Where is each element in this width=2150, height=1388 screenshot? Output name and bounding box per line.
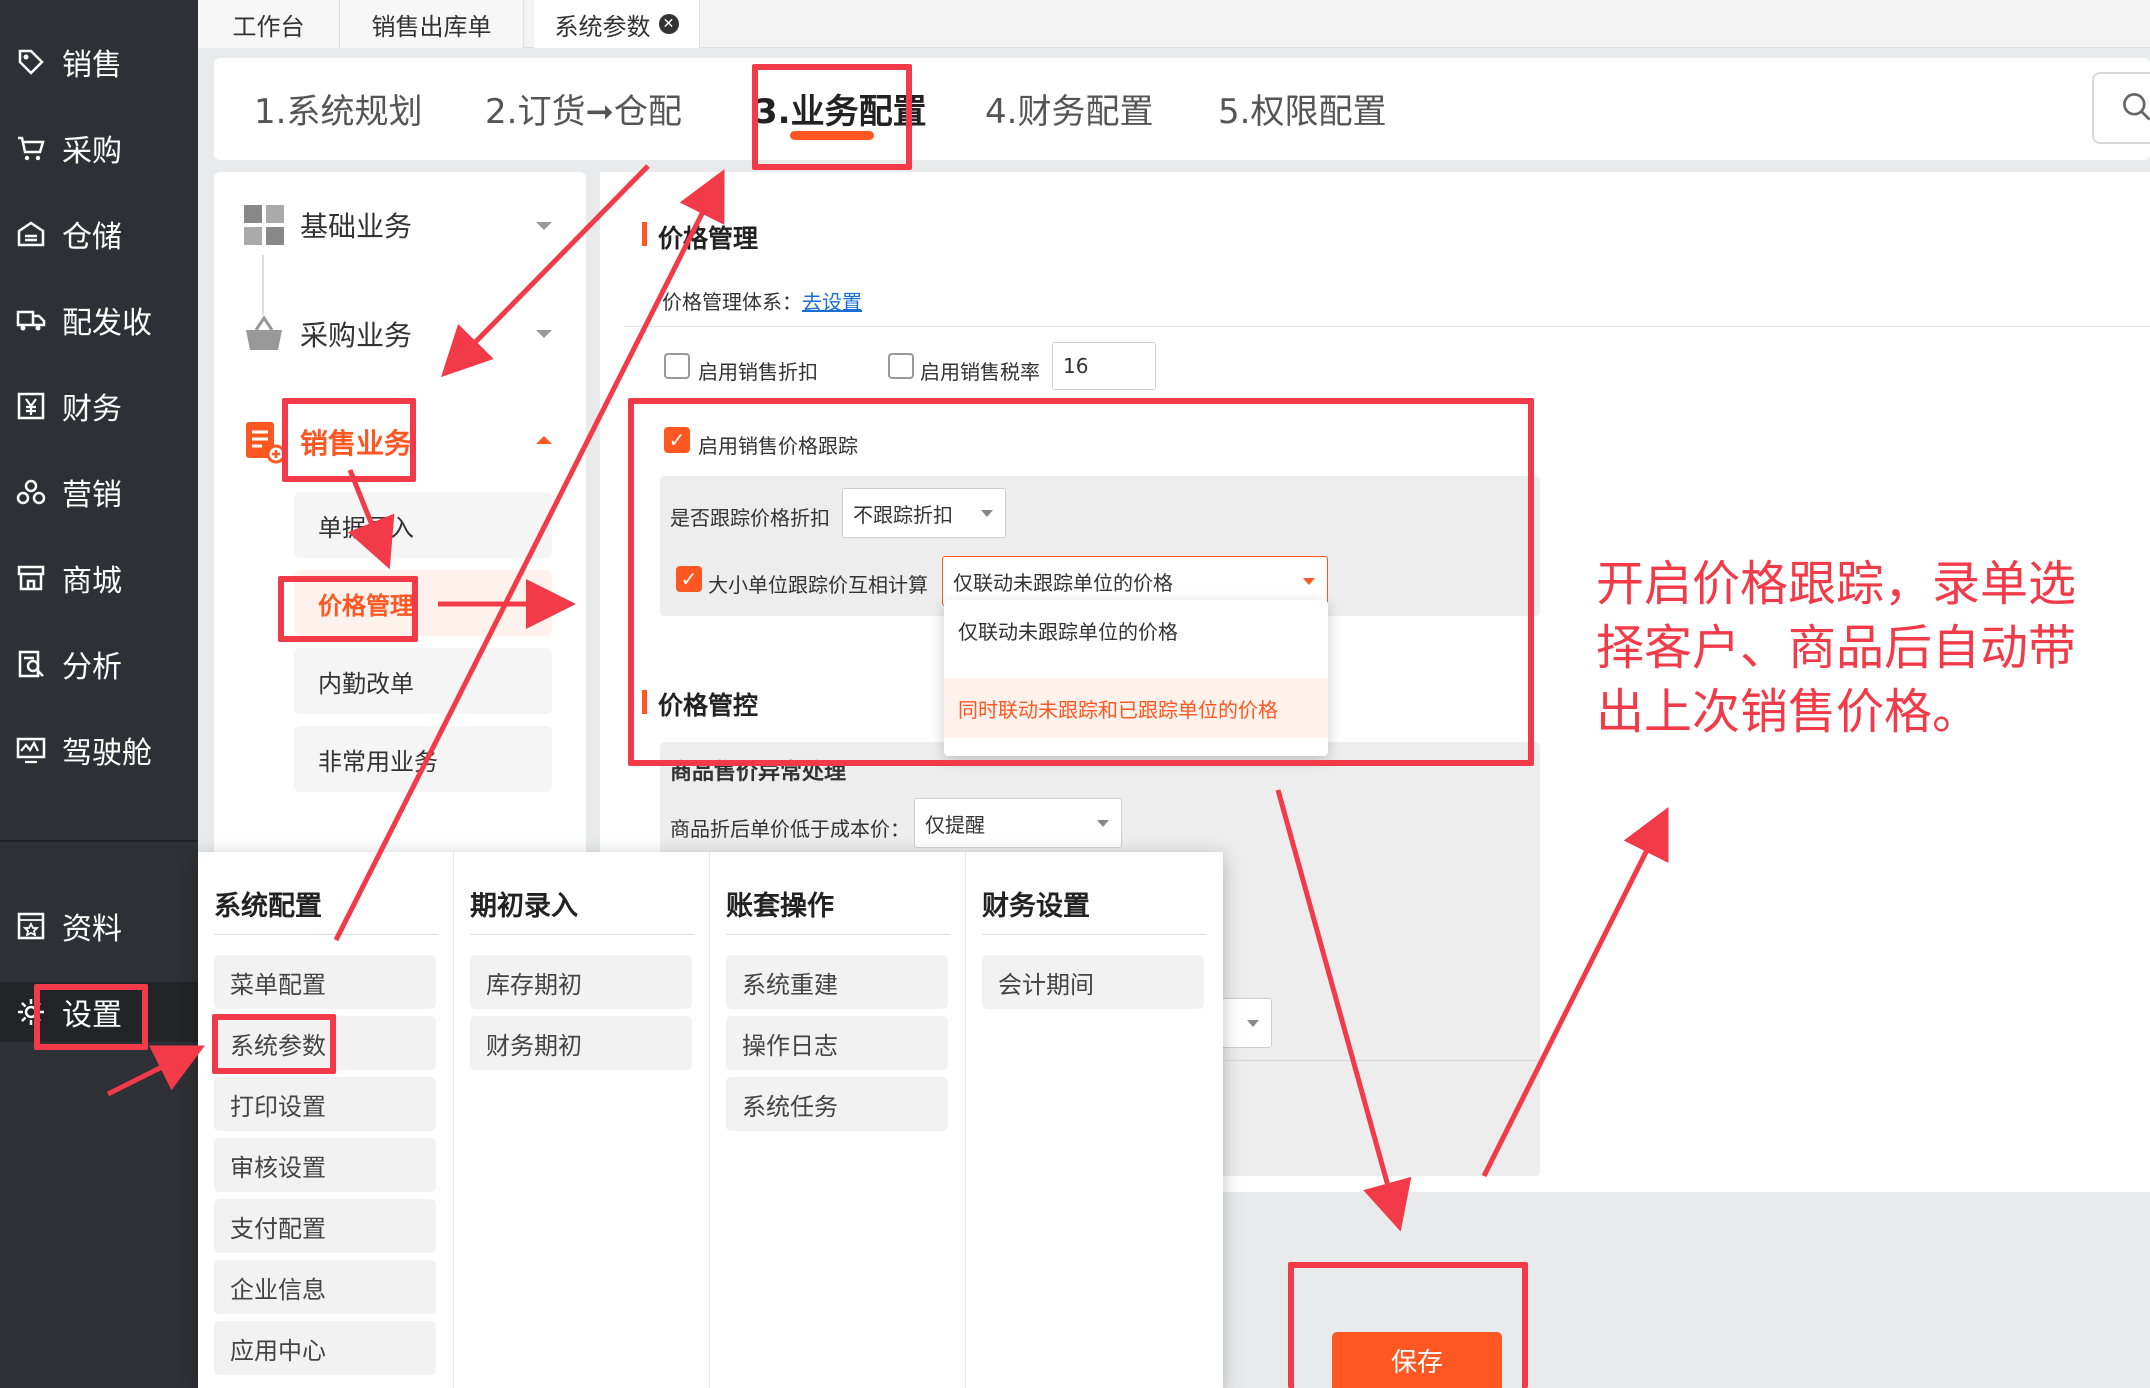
sidebar-item-data[interactable]: 资料 [0, 896, 198, 956]
flyout-item-finance-opening[interactable]: 财务期初 [470, 1016, 692, 1070]
sidebar-item-purchase[interactable]: 采购 [0, 118, 198, 178]
tab-label: 系统参数 [554, 12, 651, 41]
sales-doc-icon [246, 422, 286, 464]
annotation-box [282, 398, 416, 482]
sidebar-item-label: 分析 [62, 650, 122, 685]
divider [470, 934, 694, 935]
sidebar-item-delivery[interactable]: 配发收 [0, 290, 198, 350]
sales-tax-checkbox[interactable] [888, 353, 914, 379]
section-title-price-management: 价格管理 [658, 224, 759, 253]
sidebar-item-warehouse[interactable]: 仓储 [0, 204, 198, 264]
sidebar-item-store[interactable]: 商城 [0, 548, 198, 608]
divider [982, 934, 1206, 935]
analysis-icon [16, 649, 46, 679]
sidebar-item-label: 采购 [62, 134, 122, 169]
flyout-item-menu-config[interactable]: 菜单配置 [214, 955, 436, 1009]
group-purchase-business[interactable]: 采购业务 [242, 304, 412, 364]
truck-icon [16, 305, 46, 335]
step-finance-config[interactable]: 4.财务配置 [985, 84, 1153, 133]
sidebar-divider [0, 840, 198, 842]
flyout-item-operation-log[interactable]: 操作日志 [726, 1016, 948, 1070]
flyout-heading: 账套操作 [726, 891, 834, 922]
flyout-item-inventory-opening[interactable]: 库存期初 [470, 955, 692, 1009]
sidebar-item-sales[interactable]: 销售 [0, 32, 198, 92]
sidebar-item-label: 配发收 [62, 306, 152, 341]
yen-icon [16, 391, 46, 421]
basket-icon [246, 315, 282, 350]
annotation-note: 开启价格跟踪，录单选择客户、商品后自动带出上次销售价格。 [1596, 556, 2077, 740]
data-icon [16, 911, 46, 941]
price-system-label: 价格管理体系：去设置 [662, 290, 862, 314]
sales-discount-checkbox[interactable] [664, 353, 690, 379]
step-system-planning[interactable]: 1.系统规划 [254, 84, 422, 133]
submenu-item-document-entry[interactable]: 单据录入 [294, 492, 552, 558]
tab-system-params[interactable]: 系统参数 ✕ [534, 0, 700, 48]
sidebar-item-dashboard[interactable]: 驾驶舱 [0, 720, 198, 780]
step-permission-config[interactable]: 5.权限配置 [1218, 84, 1386, 133]
sidebar-item-analysis[interactable]: 分析 [0, 634, 198, 694]
group-label: 基础业务 [300, 210, 413, 243]
tab-label: 销售出库单 [371, 12, 492, 41]
close-icon[interactable]: ✕ [658, 14, 679, 34]
sidebar-item-finance[interactable]: 财务 [0, 376, 198, 436]
flyout-item-print-settings[interactable]: 打印设置 [214, 1077, 436, 1131]
dashboard-icon [16, 735, 46, 765]
sidebar-item-label: 仓储 [62, 220, 122, 255]
chevron-up-icon [536, 436, 552, 444]
annotation-box [1288, 1262, 1528, 1388]
section-marker [642, 222, 647, 246]
flyout-item-payment-config[interactable]: 支付配置 [214, 1199, 436, 1253]
sidebar-item-label: 驾驶舱 [62, 736, 152, 771]
flyout-item-accounting-period[interactable]: 会计期间 [982, 955, 1204, 1009]
marketing-icon [16, 477, 46, 507]
annotation-box [752, 64, 912, 170]
search-button[interactable] [2092, 72, 2150, 144]
cart-icon [16, 133, 46, 163]
flyout-item-company-info[interactable]: 企业信息 [214, 1260, 436, 1314]
below-cost-select[interactable]: 仅提醒 [914, 798, 1122, 848]
sales-tax-input[interactable]: 16 [1052, 342, 1156, 390]
tab-sales-outbound[interactable]: 销售出库单 [340, 0, 524, 48]
flyout-item-system-rebuild[interactable]: 系统重建 [726, 955, 948, 1009]
flyout-item-app-center[interactable]: 应用中心 [214, 1321, 436, 1375]
search-icon [2123, 92, 2150, 121]
warehouse-icon [16, 219, 46, 249]
chevron-down-icon [536, 222, 552, 230]
flyout-heading: 系统配置 [214, 891, 322, 922]
annotation-box [34, 984, 148, 1050]
tag-icon [16, 47, 46, 77]
main-sidebar: 销售 采购 仓储 配发收 财务 营销 商城 分析 驾驶舱 资料 设置 [0, 0, 198, 1388]
tab-workbench[interactable]: 工作台 [198, 0, 340, 48]
store-icon [16, 563, 46, 593]
divider [624, 326, 2150, 327]
group-label: 采购业务 [300, 319, 413, 352]
sidebar-item-label: 资料 [62, 912, 122, 947]
flyout-column [454, 852, 710, 1388]
sidebar-item-label: 商城 [62, 564, 122, 599]
divider [214, 934, 438, 935]
group-basic-business[interactable]: 基础业务 [242, 195, 412, 255]
submenu-item-office-edit[interactable]: 内勤改单 [294, 648, 552, 714]
annotation-box [278, 576, 418, 642]
go-settings-link[interactable]: 去设置 [802, 290, 862, 314]
flyout-item-audit-settings[interactable]: 审核设置 [214, 1138, 436, 1192]
sales-discount-label: 启用销售折扣 [698, 360, 818, 384]
sales-tax-label: 启用销售税率 [920, 360, 1040, 384]
flyout-heading: 期初录入 [470, 891, 578, 922]
flyout-heading: 财务设置 [982, 891, 1090, 922]
step-order-warehouse[interactable]: 2.订货➞仓配 [485, 84, 682, 133]
grid-icon [244, 205, 284, 245]
submenu-item-uncommon-business[interactable]: 非常用业务 [294, 726, 552, 792]
divider [726, 934, 950, 935]
below-cost-label: 商品折后单价低于成本价： [670, 817, 910, 841]
tab-label: 工作台 [232, 12, 305, 41]
flyout-item-system-task[interactable]: 系统任务 [726, 1077, 948, 1131]
sidebar-item-marketing[interactable]: 营销 [0, 462, 198, 522]
sidebar-item-label: 销售 [62, 48, 122, 83]
annotation-box [628, 398, 1534, 766]
chevron-down-icon [536, 330, 552, 338]
sidebar-item-label: 营销 [62, 478, 122, 513]
sidebar-item-label: 财务 [62, 392, 122, 427]
annotation-box [212, 1014, 336, 1074]
